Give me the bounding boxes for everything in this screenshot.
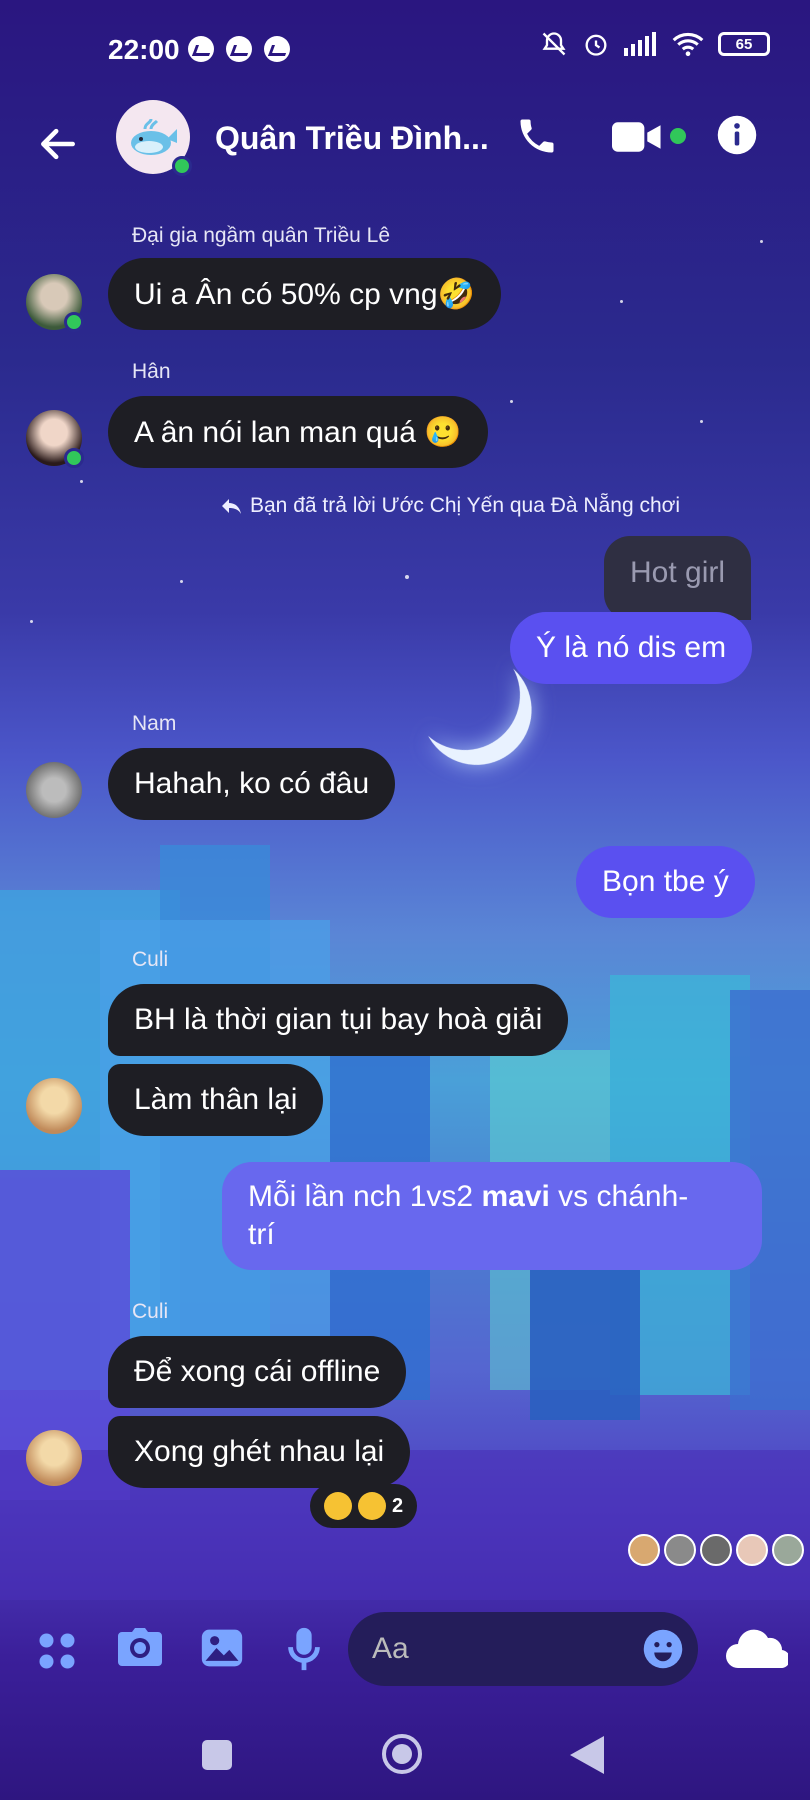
menu-dots-icon[interactable] [36, 1630, 78, 1672]
mic-icon[interactable] [286, 1626, 322, 1672]
read-receipt-avatar [772, 1534, 804, 1566]
online-status-dot [64, 448, 84, 468]
message-composer: Aa [0, 1600, 810, 1700]
avatar[interactable] [26, 762, 82, 818]
sender-name: Nam [132, 712, 177, 735]
laughing-emoji-icon [324, 1492, 352, 1520]
input-placeholder: Aa [372, 1632, 409, 1665]
read-receipts[interactable] [628, 1534, 804, 1566]
bold-text: mavi [481, 1180, 550, 1213]
emoji-icon[interactable] [642, 1628, 684, 1670]
message-bubble[interactable]: Làm thân lại [108, 1064, 324, 1136]
gallery-icon[interactable] [200, 1626, 244, 1670]
android-navigation-bar [0, 1700, 810, 1800]
message-bubble[interactable]: Ui a Ân có 50% cp vng🤣 [108, 258, 501, 330]
message-line-2: trí [248, 1218, 275, 1251]
home-button[interactable] [382, 1734, 422, 1774]
read-receipt-avatar [700, 1534, 732, 1566]
recents-button[interactable] [202, 1740, 232, 1770]
message-list: Đại gia ngầm quân Triều Lê Ui a Ân có 50… [0, 0, 810, 1800]
read-receipt-avatar [628, 1534, 660, 1566]
sender-name: Culi [132, 948, 169, 971]
back-button[interactable] [570, 1736, 604, 1774]
message-bubble[interactable]: Hahah, ko có đâu [108, 748, 396, 820]
message-bubble[interactable]: Ý là nó dis em [510, 612, 753, 684]
read-receipt-avatar [664, 1534, 696, 1566]
reply-arrow-icon [222, 499, 241, 514]
cloud-icon[interactable] [722, 1628, 788, 1672]
online-status-dot [64, 312, 84, 332]
message-bubble[interactable]: Để xong cái offline [108, 1336, 407, 1408]
crying-emoji-icon [358, 1492, 386, 1520]
quoted-message[interactable]: Hot girl [604, 536, 752, 620]
message-bubble[interactable]: Xong ghét nhau lại [108, 1416, 411, 1488]
message-bubble[interactable]: Mỗi lần nch 1vs2 mavi vs chánh- trí [222, 1162, 762, 1270]
message-bubble[interactable]: BH là thời gian tụi bay hoà giải [108, 984, 569, 1056]
sender-name: Culi [132, 1300, 169, 1323]
reactions-summary[interactable]: 2 [310, 1484, 418, 1528]
message-line-1: Mỗi lần nch 1vs2 mavi vs chánh- [248, 1180, 689, 1213]
message-bubble[interactable]: Bọn tbe ý [576, 846, 755, 918]
message-bubble[interactable]: A ân nói lan man quá 🥲 [108, 396, 488, 468]
camera-icon[interactable] [116, 1626, 164, 1670]
avatar[interactable] [26, 1078, 82, 1134]
sender-name: Đại gia ngầm quân Triều Lê [132, 224, 390, 247]
read-receipt-avatar [736, 1534, 768, 1566]
sender-name: Hân [132, 360, 171, 383]
reaction-count: 2 [392, 1494, 404, 1517]
reply-indicator: Bạn đã trả lời Ước Chị Yến qua Đà Nẵng c… [220, 494, 680, 518]
message-input[interactable]: Aa [348, 1612, 698, 1686]
reply-note-text: Bạn đã trả lời Ước Chị Yến qua Đà Nẵng c… [250, 494, 681, 517]
avatar[interactable] [26, 1430, 82, 1486]
